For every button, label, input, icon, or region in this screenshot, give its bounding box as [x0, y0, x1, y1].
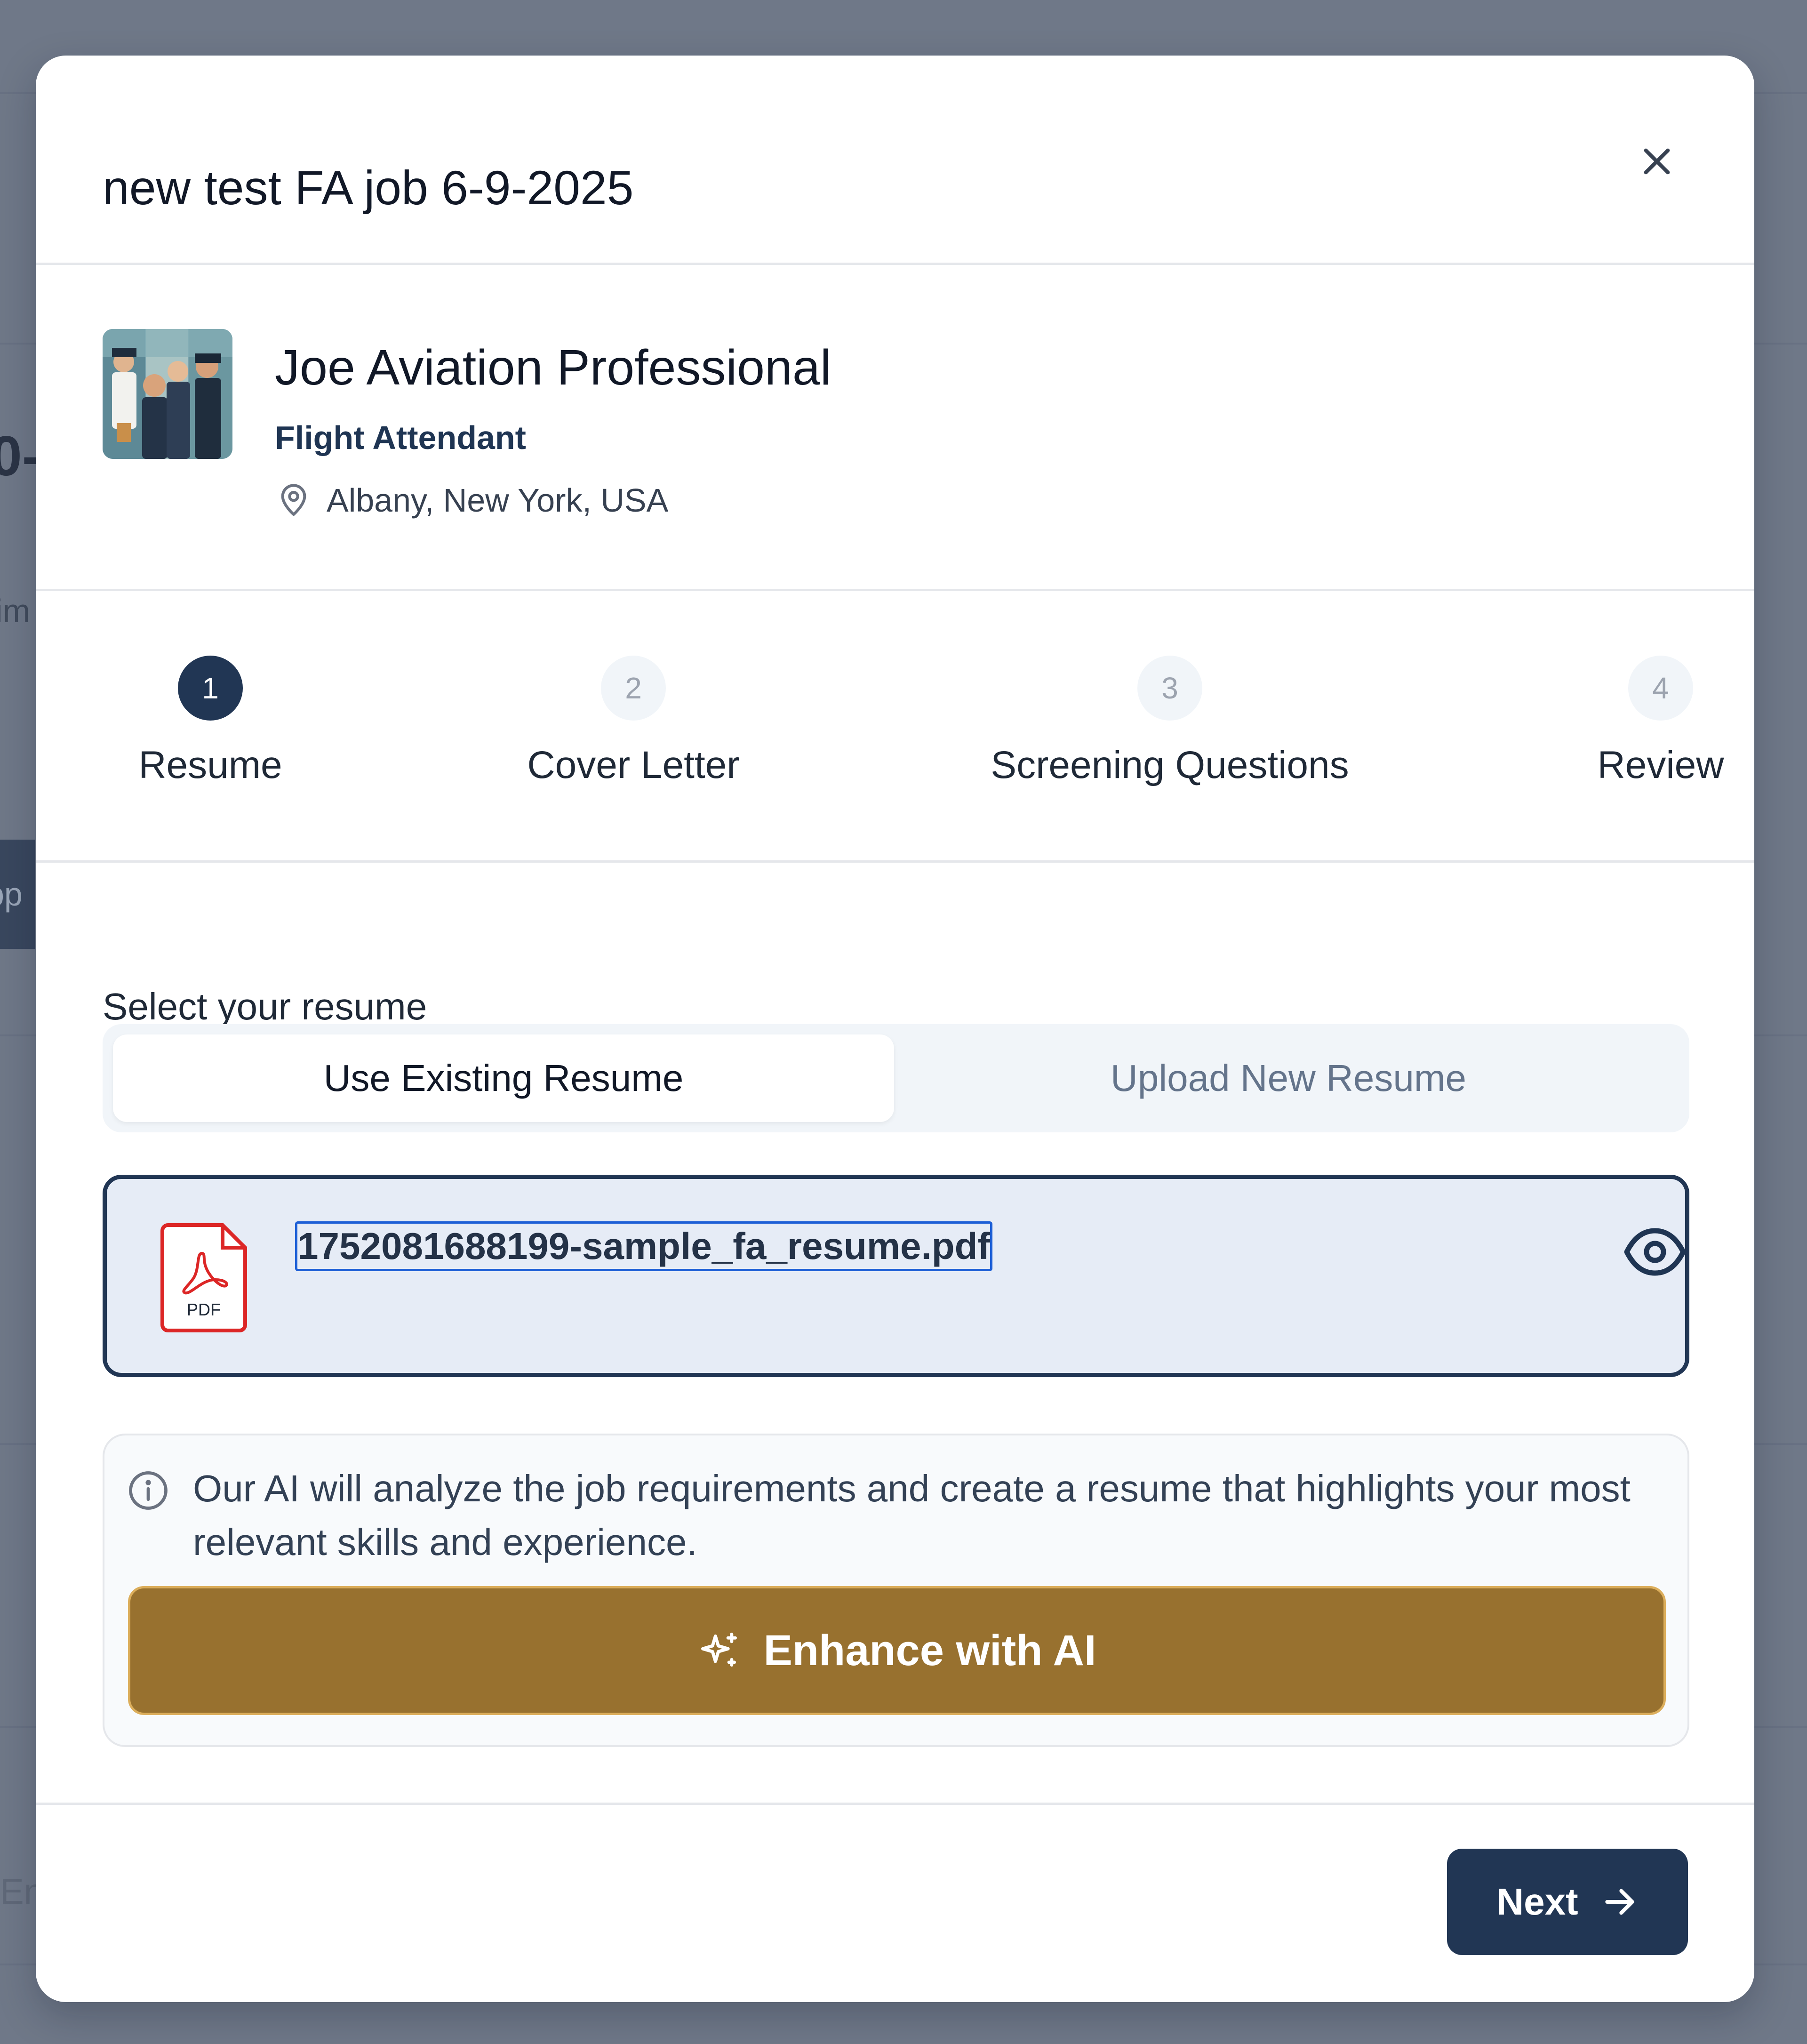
step-label: Screening Questions — [991, 744, 1349, 786]
ai-description: Our AI will analyze the job requirements… — [193, 1467, 1631, 1563]
modal-title: new test FA job 6-9-2025 — [103, 161, 634, 215]
background-button-fragment: pp — [0, 840, 35, 949]
resume-source-toggle: Use Existing Resume Upload New Resume — [103, 1024, 1689, 1132]
close-icon — [1644, 148, 1670, 175]
close-button[interactable] — [1622, 126, 1692, 197]
info-icon — [129, 1471, 168, 1510]
apply-modal: new test FA job 6-9-2025 Joe Aviation Pr… — [36, 56, 1754, 2002]
step-number: 4 — [1628, 656, 1693, 721]
pdf-icon-label: PDF — [187, 1300, 221, 1319]
step-label: Review — [1597, 744, 1724, 786]
background-text-fragment: Tim — [0, 593, 31, 629]
eye-icon[interactable] — [1622, 1226, 1688, 1278]
enhance-button-label: Enhance with AI — [763, 1626, 1096, 1675]
pdf-file-icon: PDF — [160, 1223, 247, 1332]
step-number: 1 — [178, 656, 243, 721]
resume-file-name[interactable]: 1752081688199-sample_fa_resume.pdf — [295, 1221, 993, 1271]
background-heading-fragment: 0- — [0, 425, 41, 488]
map-pin-icon — [281, 484, 306, 516]
tab-use-existing-resume[interactable]: Use Existing Resume — [113, 1034, 894, 1122]
stepper-divider — [36, 860, 1754, 863]
arrow-right-icon — [1605, 1889, 1634, 1915]
location-text: Albany, New York, USA — [327, 482, 669, 519]
step-screening-questions[interactable]: 3 Screening Questions — [958, 656, 1382, 787]
step-review[interactable]: 4 Review — [1449, 656, 1754, 787]
sparkles-icon — [701, 1633, 737, 1667]
enhance-with-ai-button[interactable]: Enhance with AI — [128, 1586, 1666, 1715]
next-button-label: Next — [1496, 1881, 1578, 1923]
next-button[interactable]: Next — [1447, 1849, 1688, 1955]
selected-resume-card[interactable]: PDF 1752081688199-sample_fa_resume.pdf — [103, 1175, 1689, 1377]
ai-enhance-panel: Our AI will analyze the job requirements… — [103, 1434, 1689, 1747]
step-resume[interactable]: 1 Resume — [36, 656, 422, 787]
step-cover-letter[interactable]: 2 Cover Letter — [422, 656, 845, 787]
section-label: Select your resume — [103, 986, 427, 1027]
step-number: 3 — [1137, 656, 1202, 721]
step-label: Resume — [138, 744, 282, 786]
header-divider — [36, 263, 1754, 265]
job-location: Albany, New York, USA — [275, 474, 668, 526]
step-label: Cover Letter — [527, 744, 740, 786]
job-info-divider — [36, 589, 1754, 591]
company-logo — [103, 329, 232, 459]
job-title: Flight Attendant — [275, 419, 526, 456]
step-number: 2 — [601, 656, 666, 721]
company-name: Joe Aviation Professional — [275, 340, 832, 395]
tab-upload-new-resume[interactable]: Upload New Resume — [898, 1034, 1679, 1122]
footer-divider — [36, 1803, 1754, 1805]
